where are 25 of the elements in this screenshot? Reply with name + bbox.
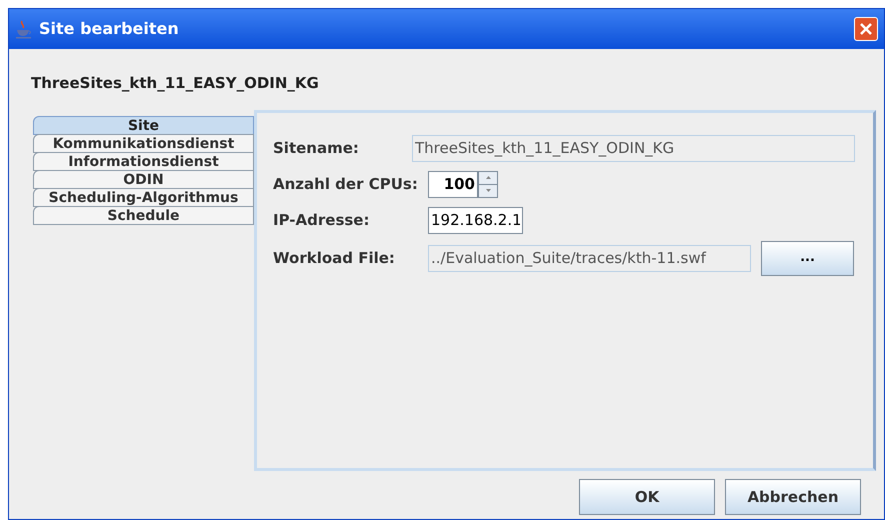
input-field[interactable]: ../Evaluation_Suite/traces/kth-11.swf bbox=[428, 244, 751, 272]
dialog-button[interactable]: OK bbox=[579, 479, 715, 515]
dialog-button[interactable]: Abbrechen bbox=[725, 479, 861, 515]
input-field[interactable]: 192.168.2.1 bbox=[428, 206, 523, 234]
coffee-cup-icon bbox=[15, 19, 33, 39]
field-label: Sitename: bbox=[273, 138, 360, 159]
tab[interactable]: Scheduling-Algorithmus bbox=[33, 188, 254, 207]
tab[interactable]: Site bbox=[33, 116, 254, 135]
up-arrow-icon bbox=[486, 176, 490, 179]
close-button[interactable] bbox=[854, 17, 878, 41]
window-title: Site bearbeiten bbox=[39, 18, 179, 40]
tab[interactable]: Kommunikationsdienst bbox=[33, 134, 254, 153]
close-icon bbox=[859, 22, 873, 36]
tab[interactable]: Informationsdienst bbox=[33, 152, 254, 171]
input-field[interactable]: ThreeSites_kth_11_EASY_ODIN_KG bbox=[412, 134, 855, 162]
browse-button[interactable]: ... bbox=[761, 240, 854, 276]
field-label: Anzahl der CPUs: bbox=[273, 174, 419, 195]
spinner-arrows[interactable] bbox=[478, 170, 498, 198]
down-arrow-icon bbox=[486, 189, 490, 192]
field-label: Workload File: bbox=[273, 248, 396, 269]
tab[interactable]: ODIN bbox=[33, 170, 254, 189]
input-field[interactable]: 100 bbox=[428, 170, 478, 198]
field-label: IP-Adresse: bbox=[273, 210, 370, 231]
site-heading: ThreeSites_kth_11_EASY_ODIN_KG bbox=[31, 74, 319, 92]
tab[interactable]: Schedule bbox=[33, 206, 254, 225]
